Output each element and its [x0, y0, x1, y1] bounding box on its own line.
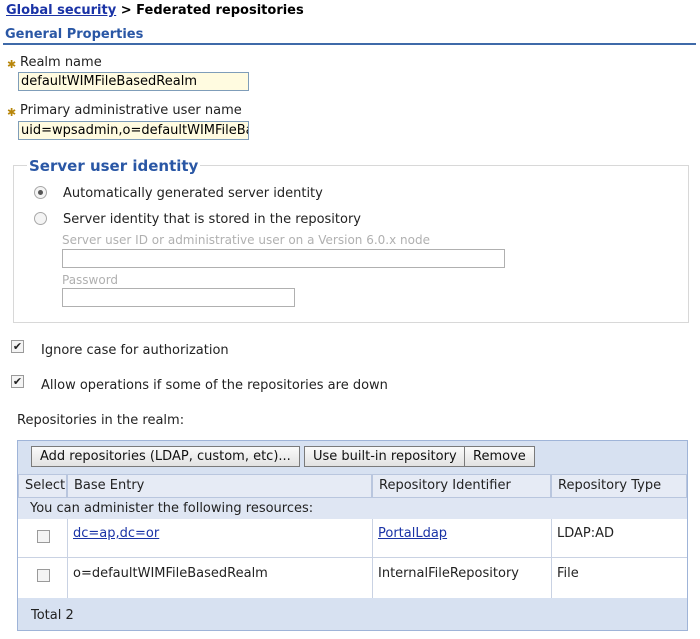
breadcrumb: Global security > Federated repositories — [6, 3, 304, 18]
column-header-identifier[interactable]: Repository Identifier — [372, 474, 551, 498]
repository-type: File — [557, 566, 579, 581]
resources-notice: You can administer the following resourc… — [30, 501, 314, 516]
required-icon: ✱ — [7, 106, 17, 119]
row-select-checkbox[interactable] — [37, 569, 50, 582]
radio-auto-identity-label: Automatically generated server identity — [63, 186, 323, 201]
allow-ops-checkbox[interactable]: ✔ — [11, 375, 24, 388]
repository-identifier-text: InternalFileRepository — [378, 566, 519, 581]
radio-repo-identity[interactable] — [34, 212, 47, 225]
table-row: dc=ap,dc=or PortalLdap LDAP:AD — [18, 519, 687, 557]
column-header-select: Select — [18, 474, 67, 498]
repository-type: LDAP:AD — [557, 526, 615, 541]
primary-admin-field[interactable]: uid=wpsadmin,o=defaultWIMFileBas — [18, 121, 249, 140]
primary-admin-label: Primary administrative user name — [20, 103, 242, 118]
add-repositories-button[interactable]: Add repositories (LDAP, custom, etc)... — [31, 446, 300, 467]
server-identity-legend: Server user identity — [27, 157, 201, 175]
server-user-id-label: Server user ID or administrative user on… — [62, 233, 430, 247]
section-divider — [3, 43, 696, 45]
breadcrumb-separator: > — [120, 3, 132, 18]
table-total: Total 2 — [31, 608, 74, 623]
row-select-checkbox[interactable] — [37, 530, 50, 543]
column-divider — [67, 519, 68, 598]
page-title: Federated repositories — [136, 3, 304, 18]
password-field[interactable] — [62, 288, 295, 307]
repository-identifier-link[interactable]: PortalLdap — [378, 526, 447, 541]
ignore-case-label: Ignore case for authorization — [41, 343, 229, 358]
column-divider — [372, 519, 373, 598]
breadcrumb-global-security-link[interactable]: Global security — [6, 3, 116, 18]
ignore-case-checkbox[interactable]: ✔ — [11, 340, 24, 353]
use-builtin-repository-button[interactable]: Use built-in repository — [304, 446, 466, 467]
table-row: o=defaultWIMFileBasedRealm InternalFileR… — [18, 558, 687, 598]
realm-name-field[interactable]: defaultWIMFileBasedRealm — [18, 72, 249, 91]
radio-auto-identity[interactable] — [34, 186, 47, 199]
column-header-type[interactable]: Repository Type — [551, 474, 687, 498]
realm-name-label: Realm name — [20, 55, 102, 70]
base-entry-link[interactable]: dc=ap,dc=or — [73, 526, 159, 541]
allow-ops-label: Allow operations if some of the reposito… — [41, 378, 388, 393]
base-entry-text: o=defaultWIMFileBasedRealm — [73, 566, 268, 581]
repositories-heading: Repositories in the realm: — [17, 413, 185, 428]
column-header-base-entry[interactable]: Base Entry — [67, 474, 372, 498]
required-icon: ✱ — [7, 58, 17, 71]
section-title: General Properties — [5, 27, 144, 42]
column-divider — [551, 519, 552, 598]
resources-notice-row: You can administer the following resourc… — [18, 498, 687, 519]
password-label: Password — [62, 273, 119, 287]
radio-repo-identity-label: Server identity that is stored in the re… — [63, 212, 361, 227]
server-user-id-field[interactable] — [62, 249, 505, 268]
remove-button[interactable]: Remove — [464, 446, 535, 467]
